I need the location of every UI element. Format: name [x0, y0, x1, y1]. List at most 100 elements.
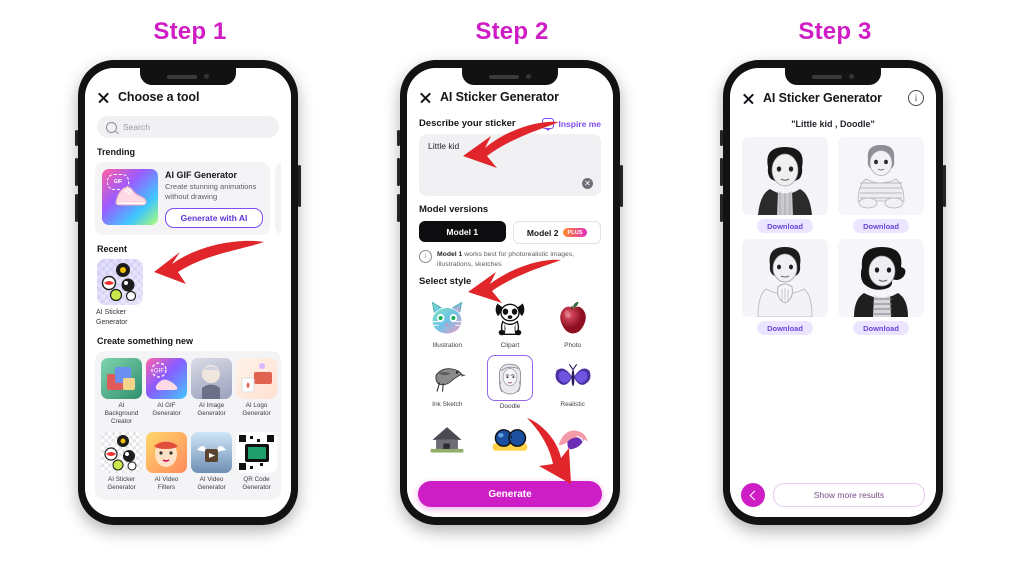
inspire-me-label: Inspire me — [558, 118, 601, 129]
close-icon[interactable] — [742, 92, 755, 105]
tool-ai-video-filters[interactable]: AI Video Filters — [146, 431, 187, 492]
style-thumbnail — [550, 296, 595, 341]
style-option-extra-2[interactable] — [480, 412, 541, 462]
phone-volume-up-button — [75, 158, 78, 186]
style-thumbnail — [425, 416, 470, 461]
tool-picker-app: Choose a tool Search Trending GIF AI GIF… — [85, 68, 291, 517]
trending-card-description: Create stunning animations without drawi… — [165, 182, 257, 202]
result-item: Download — [838, 239, 924, 335]
tutorial-stage: Step 1 Step 2 Step 3 Choose a tool Searc… — [0, 0, 1024, 576]
tool-ai-background-creator[interactable]: AI Background Creator — [101, 358, 142, 427]
house-illustration — [430, 427, 464, 453]
tools-grid: AI Background Creator GIF AI GIF Generat… — [101, 358, 277, 492]
style-thumbnail — [487, 296, 532, 341]
style-option-realistic[interactable]: Realistic — [542, 351, 603, 410]
style-option-photo[interactable]: Photo — [542, 292, 603, 349]
step-2-title: Step 2 — [475, 18, 549, 45]
result-image[interactable] — [742, 239, 828, 317]
front-camera — [526, 74, 531, 79]
model-2-option[interactable]: Model 2 PLUS — [512, 221, 601, 244]
result-image[interactable] — [838, 239, 924, 317]
tool-label: AI Sticker Generator — [107, 475, 136, 491]
tool-label: QR Code Generator — [242, 475, 271, 491]
phone-notch — [785, 68, 881, 85]
tool-thumbnail — [191, 358, 232, 400]
generate-button[interactable]: Generate — [418, 481, 602, 507]
trending-card-ai-gif-generator[interactable]: GIF AI GIF Generator Create stunning ani… — [95, 162, 270, 236]
result-image[interactable] — [838, 137, 924, 215]
trending-carousel[interactable]: GIF AI GIF Generator Create stunning ani… — [95, 162, 281, 236]
clear-icon[interactable]: ✕ — [582, 178, 593, 189]
style-label: Ink Sketch — [432, 401, 463, 409]
tool-thumbnail: GIF — [146, 358, 187, 400]
tool-thumbnail — [101, 431, 142, 473]
sneaker-illustration — [115, 186, 147, 206]
tool-label: AI Background Creator — [104, 402, 139, 426]
phone-power-button — [298, 165, 301, 207]
phone-power-button — [943, 165, 946, 207]
page-title: AI Sticker Generator — [440, 90, 559, 104]
recent-item-thumbnail[interactable] — [97, 259, 143, 306]
results-grid: Download Download Download Download — [742, 137, 924, 335]
prompt-input[interactable]: Little kid ✕ — [419, 134, 601, 196]
search-input[interactable]: Search — [97, 116, 279, 138]
info-icon[interactable]: i — [908, 90, 924, 106]
style-label: Photo — [564, 342, 582, 350]
inspire-me-button[interactable]: Inspire me — [542, 118, 601, 131]
back-button[interactable] — [741, 483, 765, 507]
trending-card-title: AI GIF Generator — [165, 170, 238, 180]
baby-sketch-2 — [838, 137, 924, 215]
result-image[interactable] — [742, 137, 828, 215]
style-option-extra-3[interactable] — [542, 412, 603, 462]
model-version-selector: Model 1 Model 2 PLUS — [419, 221, 601, 244]
model-1-option[interactable]: Model 1 — [419, 221, 506, 242]
style-option-illustration[interactable]: Illustration — [417, 292, 478, 349]
tool-thumbnail — [191, 431, 232, 473]
close-icon[interactable] — [419, 91, 432, 104]
trending-card-next-peek[interactable] — [275, 162, 281, 236]
download-button[interactable]: Download — [853, 321, 909, 335]
select-style-label: Select style — [419, 276, 472, 288]
style-label: Illustration — [432, 342, 463, 350]
phone-volume-down-button — [720, 194, 723, 222]
style-option-extra-1[interactable] — [417, 412, 478, 462]
tool-thumbnail — [101, 358, 142, 400]
style-label: Clipart — [500, 342, 520, 350]
show-more-results-button[interactable]: Show more results — [773, 483, 925, 507]
phone-power-button — [620, 165, 623, 207]
trending-thumbnail: GIF — [102, 169, 158, 225]
tool-thumbnail — [236, 431, 277, 473]
tool-qr-code-generator[interactable]: QR Code Generator — [236, 431, 277, 492]
tool-thumbnail — [236, 358, 277, 400]
tool-ai-logo-generator[interactable]: AI Logo Generator — [236, 358, 277, 427]
tool-ai-sticker-generator[interactable]: AI Sticker Generator — [101, 431, 142, 492]
download-button[interactable]: Download — [853, 219, 909, 233]
style-option-ink-sketch[interactable]: Ink Sketch — [417, 351, 478, 410]
result-item: Download — [742, 137, 828, 233]
sticker-results-app: AI Sticker Generator i "Little kid , Doo… — [730, 68, 936, 517]
cat-illustration — [430, 301, 464, 334]
phone-volume-down-button — [75, 194, 78, 222]
tool-ai-image-generator[interactable]: AI Image Generator — [191, 358, 232, 427]
download-button[interactable]: Download — [757, 219, 813, 233]
tool-ai-gif-generator[interactable]: GIF AI GIF Generator — [146, 358, 187, 427]
style-label: Realistic — [560, 401, 585, 409]
kid-portrait-sketch-1 — [742, 137, 828, 215]
style-thumbnail — [550, 355, 595, 400]
phone-silent-switch — [720, 130, 723, 146]
step-3-title: Step 3 — [798, 18, 872, 45]
sticker-generator-form-app: AI Sticker Generator Describe your stick… — [407, 68, 613, 517]
style-option-clipart[interactable]: Clipart — [480, 292, 541, 349]
tool-label: AI Video Generator — [197, 475, 226, 491]
step-1-title: Step 1 — [153, 18, 227, 45]
tool-label: AI Logo Generator — [242, 402, 271, 418]
style-option-doodle[interactable]: Doodle — [480, 351, 541, 410]
close-icon[interactable] — [97, 91, 110, 104]
tool-ai-video-generator[interactable]: AI Video Generator — [191, 431, 232, 492]
tool-label: AI Image Generator — [197, 402, 226, 418]
download-button[interactable]: Download — [757, 321, 813, 335]
generate-with-ai-button[interactable]: Generate with AI — [165, 208, 263, 229]
section-title-create-new: Create something new — [97, 336, 194, 347]
sunglasses-illustration — [492, 429, 528, 451]
style-thumbnail — [487, 416, 532, 461]
